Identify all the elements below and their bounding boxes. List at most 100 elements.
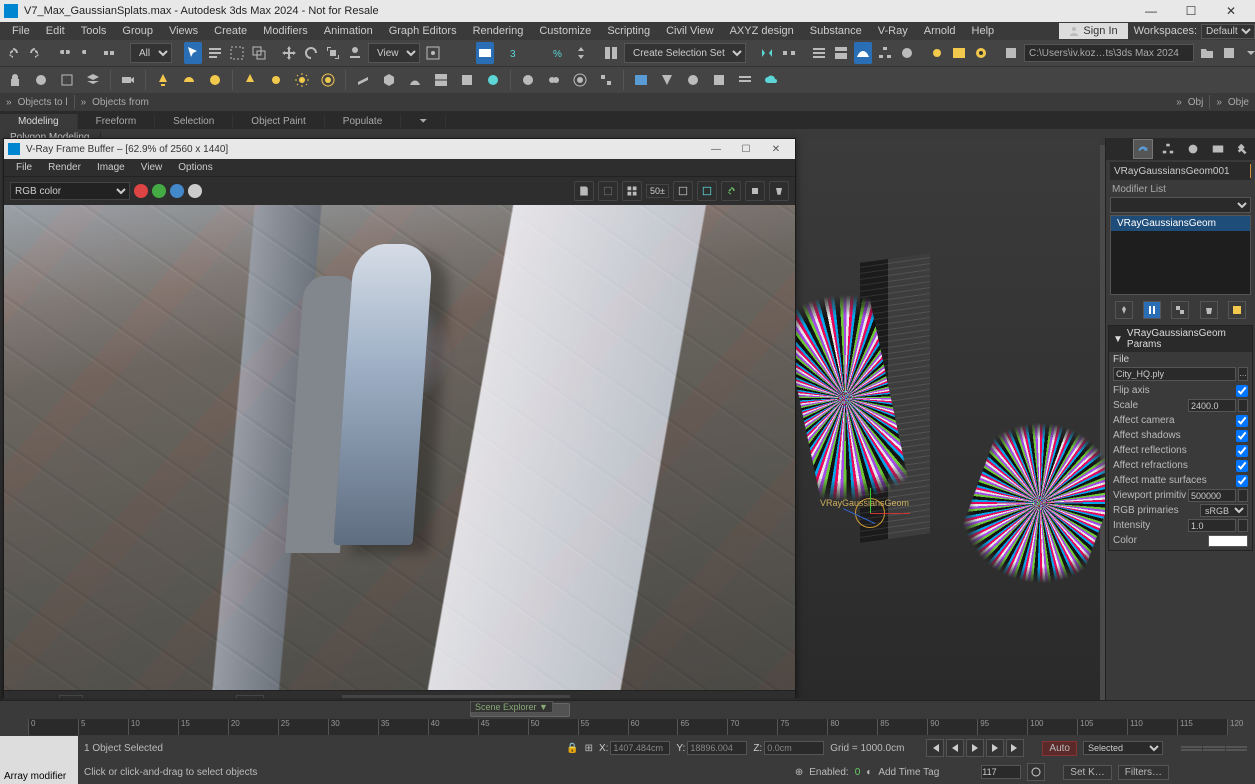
ribbon-tab-selection[interactable]: Selection [155,114,233,129]
bind-button[interactable] [100,42,118,64]
menu-civilview[interactable]: Civil View [658,25,721,37]
scene-explorer-tag[interactable]: Scene Explorer ▼ [470,701,553,713]
current-frame-input[interactable] [981,765,1021,779]
mesh-light-button[interactable] [265,69,287,91]
move-button[interactable] [280,42,298,64]
set-project-button[interactable] [1198,42,1216,64]
window-crossing-button[interactable] [250,42,268,64]
menu-views[interactable]: Views [161,25,206,37]
key-filters-button[interactable]: Filters… [1118,765,1169,780]
object-color-swatch[interactable] [1250,164,1251,178]
timeline-ruler[interactable]: 0510152025303540455055606570758085909510… [28,719,1227,735]
next-frame-button[interactable] [986,739,1004,757]
vfb-channel-select[interactable]: RGB color [10,182,130,200]
vfb-maximize[interactable]: ☐ [731,144,761,155]
add-time-tag[interactable]: Add Time Tag [878,767,939,778]
menu-axyz[interactable]: AXYZ design [722,25,802,37]
play-button[interactable] [966,739,984,757]
vray-clipper-button[interactable] [430,69,452,91]
isolate-button[interactable] [56,69,78,91]
vray-logo-button[interactable] [656,69,678,91]
goto-end-button[interactable] [1006,739,1024,757]
keyboard-shortcut-toggle[interactable] [476,42,494,64]
params-rollup-header[interactable]: ▼ VRayGaussiansGeom Params [1109,326,1252,352]
window-maximize[interactable]: ☐ [1171,0,1211,22]
vray-metaball-button[interactable] [543,69,565,91]
tab-utilities[interactable] [1233,139,1253,159]
scale-input[interactable] [1188,399,1236,412]
window-close[interactable]: ✕ [1211,0,1251,22]
set-key-button[interactable]: Set K… [1063,765,1111,780]
lock-selection-icon[interactable]: 🔒 [566,743,578,754]
light-dome-button[interactable] [178,69,200,91]
vfb-zoom-value[interactable]: 50± [646,184,669,198]
coord-y-input[interactable] [687,741,747,755]
sphere-button[interactable] [30,69,52,91]
vfb-clear-button[interactable] [598,181,618,201]
chaos-cosmos-button[interactable] [682,69,704,91]
vfb-menu-file[interactable]: File [8,162,40,173]
menu-scripting[interactable]: Scripting [599,25,658,37]
angle-snap-button[interactable] [528,42,546,64]
vray-fur-button[interactable] [404,69,426,91]
tab-modify[interactable] [1133,139,1153,159]
goto-start-button[interactable] [926,739,944,757]
toggle-ribbon-button[interactable] [832,42,850,64]
vray-instancer-button[interactable] [482,69,504,91]
create-camera-button[interactable] [117,69,139,91]
lock-ui-button[interactable] [4,69,26,91]
vray-scatter-button[interactable] [595,69,617,91]
nav-orbit[interactable] [1203,749,1224,751]
window-minimize[interactable]: — [1131,0,1171,22]
affect-reflections-checkbox[interactable] [1236,445,1248,457]
tab-create[interactable] [1108,139,1128,159]
rotate-button[interactable] [302,42,320,64]
nav-fov[interactable] [1226,746,1247,748]
named-selection-set[interactable]: Create Selection Set [624,43,746,63]
vfb-close[interactable]: ✕ [761,144,791,155]
vfb-menu-render[interactable]: Render [40,162,89,173]
vfb-track-mouse-button[interactable] [697,181,717,201]
vfb-refresh-button[interactable] [721,181,741,201]
vray-enmesh-button[interactable] [569,69,591,91]
vfb-red-channel[interactable] [134,184,148,198]
vfb-menu-options[interactable]: Options [170,162,220,173]
vfb-history-button[interactable] [622,181,642,201]
selection-filter[interactable]: All [130,43,172,63]
viewport-primitives-spinner[interactable] [1238,489,1248,502]
configure-sets-button[interactable] [1228,301,1246,319]
menu-animation[interactable]: Animation [316,25,381,37]
vfb-titlebar[interactable]: V-Ray Frame Buffer – [62.9% of 2560 x 14… [4,139,795,159]
vray-light-lister-button[interactable] [734,69,756,91]
make-unique-button[interactable] [1171,301,1189,319]
auto-key-button[interactable]: Auto [1042,741,1077,756]
vray-asset-button[interactable] [708,69,730,91]
redo-button[interactable] [26,42,44,64]
project-path-input[interactable] [1024,44,1194,62]
vfb-render-view[interactable] [4,205,795,690]
coord-x-input[interactable] [610,741,670,755]
curve-editor-button[interactable] [854,42,872,64]
transform-gizmo[interactable] [830,488,910,538]
layer-explorer-button[interactable] [810,42,828,64]
vray-proxy-button[interactable] [378,69,400,91]
vfb-region-button[interactable] [673,181,693,201]
pivot-button[interactable] [424,42,442,64]
menu-create[interactable]: Create [206,25,255,37]
coord-z-input[interactable] [764,741,824,755]
vfb-menu-view[interactable]: View [133,162,171,173]
ers-button[interactable] [602,42,620,64]
snap-button[interactable]: 3 [506,42,524,64]
select-region-rect-button[interactable] [228,42,246,64]
rendered-frame-button[interactable] [950,42,968,64]
material-editor-button[interactable] [898,42,916,64]
key-mode-select[interactable]: Selected [1083,741,1163,755]
vray-cloud-button[interactable] [760,69,782,91]
menu-substance[interactable]: Substance [802,25,870,37]
mirror-button[interactable] [758,42,776,64]
tab-display[interactable] [1208,139,1228,159]
align-button[interactable] [780,42,798,64]
sun-light-button[interactable] [291,69,313,91]
show-end-result-button[interactable] [1143,301,1161,319]
schematic-view-button[interactable] [876,42,894,64]
